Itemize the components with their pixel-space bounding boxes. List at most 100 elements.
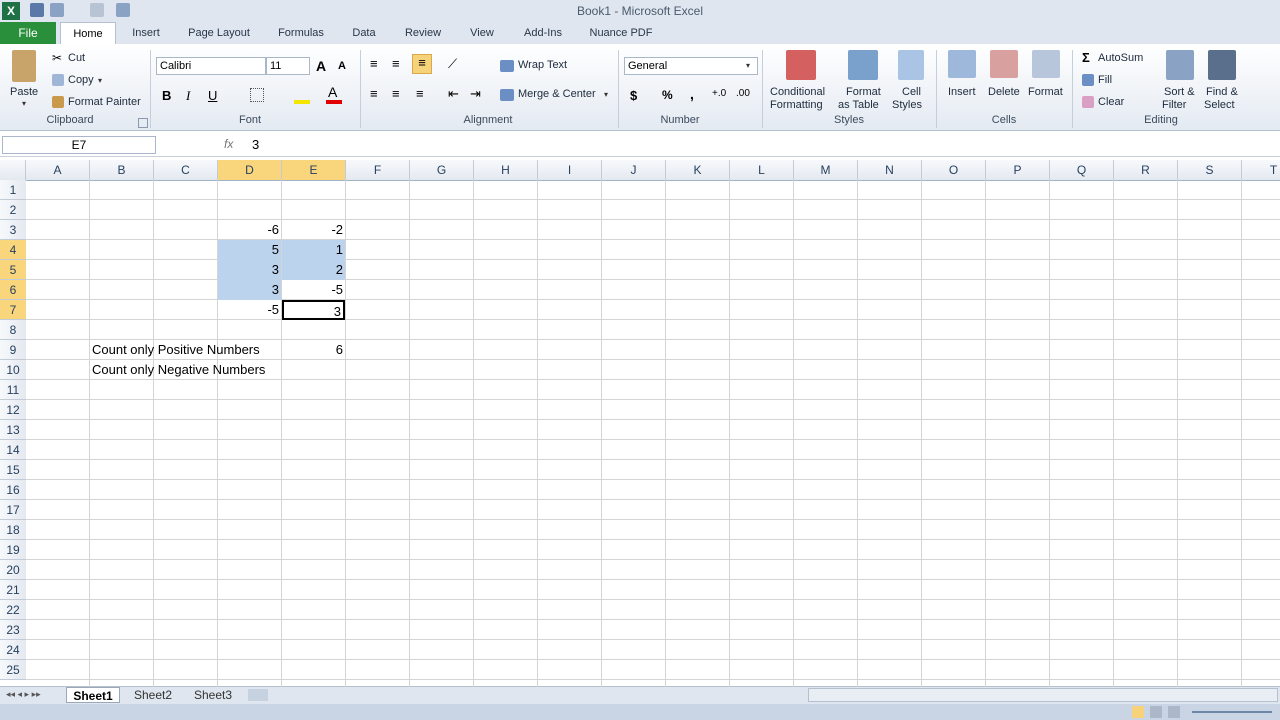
copy-dropdown-icon[interactable]: ▾ bbox=[98, 76, 102, 85]
sheet-tab-sheet1[interactable]: Sheet1 bbox=[66, 687, 120, 703]
cell-e4[interactable]: 1 bbox=[282, 240, 345, 260]
row-header-25[interactable]: 25 bbox=[0, 660, 26, 680]
row-header-17[interactable]: 17 bbox=[0, 500, 26, 520]
font-size-combobox[interactable]: 11 bbox=[266, 57, 310, 75]
row-header-9[interactable]: 9 bbox=[0, 340, 26, 360]
column-header-i[interactable]: I bbox=[538, 160, 602, 180]
row-header-7[interactable]: 7 bbox=[0, 300, 26, 320]
paste-button[interactable]: Paste bbox=[10, 86, 38, 98]
find-select-label-1[interactable]: Find & bbox=[1206, 86, 1238, 98]
underline-button[interactable]: U bbox=[208, 88, 217, 103]
column-header-l[interactable]: L bbox=[730, 160, 794, 180]
tab-insert[interactable]: Insert bbox=[124, 22, 168, 44]
cell-d6[interactable]: 3 bbox=[218, 280, 281, 300]
formula-input[interactable]: 3 bbox=[252, 137, 259, 152]
page-layout-view-icon[interactable] bbox=[1150, 706, 1162, 718]
normal-view-icon[interactable] bbox=[1132, 706, 1144, 718]
cell-d7[interactable]: -5 bbox=[218, 300, 281, 320]
italic-button[interactable]: I bbox=[186, 88, 190, 104]
select-all-button[interactable] bbox=[0, 160, 26, 180]
row-header-3[interactable]: 3 bbox=[0, 220, 26, 240]
conditional-formatting-label-2[interactable]: Formatting bbox=[770, 99, 823, 111]
row-header-1[interactable]: 1 bbox=[0, 180, 26, 200]
row-header-19[interactable]: 19 bbox=[0, 540, 26, 560]
horizontal-scrollbar[interactable] bbox=[808, 688, 1278, 702]
row-header-21[interactable]: 21 bbox=[0, 580, 26, 600]
merge-center-button[interactable]: Merge & Center bbox=[518, 88, 596, 100]
column-header-a[interactable]: A bbox=[26, 160, 90, 180]
autosum-button[interactable]: AutoSum bbox=[1098, 52, 1143, 64]
row-header-23[interactable]: 23 bbox=[0, 620, 26, 640]
row-header-22[interactable]: 22 bbox=[0, 600, 26, 620]
conditional-formatting-label-1[interactable]: Conditional bbox=[770, 86, 825, 98]
cell-e9[interactable]: 6 bbox=[282, 340, 345, 360]
zoom-slider[interactable] bbox=[1192, 711, 1272, 713]
row-header-11[interactable]: 11 bbox=[0, 380, 26, 400]
cell-d4[interactable]: 5 bbox=[218, 240, 281, 260]
increase-decimal-icon[interactable]: +.0 bbox=[712, 88, 726, 99]
format-as-table-label-1[interactable]: Format bbox=[846, 86, 881, 98]
column-header-g[interactable]: G bbox=[410, 160, 474, 180]
orientation-icon[interactable]: ⟋ bbox=[448, 56, 457, 72]
tab-review[interactable]: Review bbox=[396, 22, 450, 44]
cell-d3[interactable]: -6 bbox=[218, 220, 281, 240]
copy-button[interactable]: Copy bbox=[68, 74, 94, 86]
page-break-view-icon[interactable] bbox=[1168, 706, 1180, 718]
align-left-icon[interactable]: ≡ bbox=[370, 86, 378, 101]
grow-font-button[interactable]: A bbox=[316, 58, 326, 74]
tab-data[interactable]: Data bbox=[344, 22, 384, 44]
insert-cells-button[interactable]: Insert bbox=[948, 86, 976, 98]
column-header-n[interactable]: N bbox=[858, 160, 922, 180]
bold-button[interactable]: B bbox=[162, 88, 171, 103]
tab-formulas[interactable]: Formulas bbox=[270, 22, 332, 44]
tab-add-ins[interactable]: Add-Ins bbox=[514, 22, 572, 44]
column-header-b[interactable]: B bbox=[90, 160, 154, 180]
decrease-decimal-icon[interactable]: .00 bbox=[736, 88, 750, 99]
clipboard-launcher-icon[interactable] bbox=[138, 118, 148, 128]
font-name-combobox[interactable]: Calibri bbox=[156, 57, 266, 75]
row-header-10[interactable]: 10 bbox=[0, 360, 26, 380]
row-header-18[interactable]: 18 bbox=[0, 520, 26, 540]
tab-view[interactable]: View bbox=[460, 22, 504, 44]
percent-button[interactable]: % bbox=[662, 88, 673, 102]
delete-cells-button[interactable]: Delete bbox=[988, 86, 1020, 98]
format-as-table-label-2[interactable]: as Table bbox=[838, 99, 879, 111]
row-header-13[interactable]: 13 bbox=[0, 420, 26, 440]
row-header-14[interactable]: 14 bbox=[0, 440, 26, 460]
column-header-p[interactable]: P bbox=[986, 160, 1050, 180]
fill-color-icon[interactable] bbox=[294, 100, 310, 104]
row-header-4[interactable]: 4 bbox=[0, 240, 26, 260]
column-header-m[interactable]: M bbox=[794, 160, 858, 180]
cell-e7[interactable]: 3 bbox=[282, 300, 345, 320]
insert-function-button[interactable]: fx bbox=[160, 136, 242, 154]
tab-page-layout[interactable]: Page Layout bbox=[180, 22, 258, 44]
row-header-5[interactable]: 5 bbox=[0, 260, 26, 280]
column-header-o[interactable]: O bbox=[922, 160, 986, 180]
column-header-d[interactable]: D bbox=[218, 160, 282, 180]
row-header-2[interactable]: 2 bbox=[0, 200, 26, 220]
align-bottom-icon[interactable]: ≡ bbox=[412, 54, 432, 74]
cell-e3[interactable]: -2 bbox=[282, 220, 345, 240]
sheet-tab-sheet3[interactable]: Sheet3 bbox=[186, 687, 240, 703]
align-top-icon[interactable]: ≡ bbox=[370, 56, 378, 71]
align-right-icon[interactable]: ≡ bbox=[416, 86, 424, 101]
wrap-text-button[interactable]: Wrap Text bbox=[518, 59, 567, 71]
increase-indent-icon[interactable]: ⇥ bbox=[470, 86, 481, 102]
column-header-r[interactable]: R bbox=[1114, 160, 1178, 180]
shrink-font-button[interactable]: A bbox=[338, 60, 346, 72]
format-cells-button[interactable]: Format bbox=[1028, 86, 1063, 98]
format-painter-button[interactable]: Format Painter bbox=[68, 96, 141, 108]
column-header-k[interactable]: K bbox=[666, 160, 730, 180]
borders-icon[interactable] bbox=[250, 88, 264, 102]
currency-button[interactable]: $ bbox=[630, 88, 637, 103]
column-header-c[interactable]: C bbox=[154, 160, 218, 180]
fill-button[interactable]: Fill bbox=[1098, 74, 1112, 86]
font-color-icon[interactable]: A bbox=[328, 84, 337, 100]
column-header-e[interactable]: E bbox=[282, 160, 346, 180]
row-header-20[interactable]: 20 bbox=[0, 560, 26, 580]
column-header-h[interactable]: H bbox=[474, 160, 538, 180]
row-header-6[interactable]: 6 bbox=[0, 280, 26, 300]
align-middle-icon[interactable]: ≡ bbox=[392, 56, 400, 71]
find-select-label-2[interactable]: Select bbox=[1204, 99, 1235, 111]
name-box[interactable]: E7 bbox=[2, 136, 156, 154]
